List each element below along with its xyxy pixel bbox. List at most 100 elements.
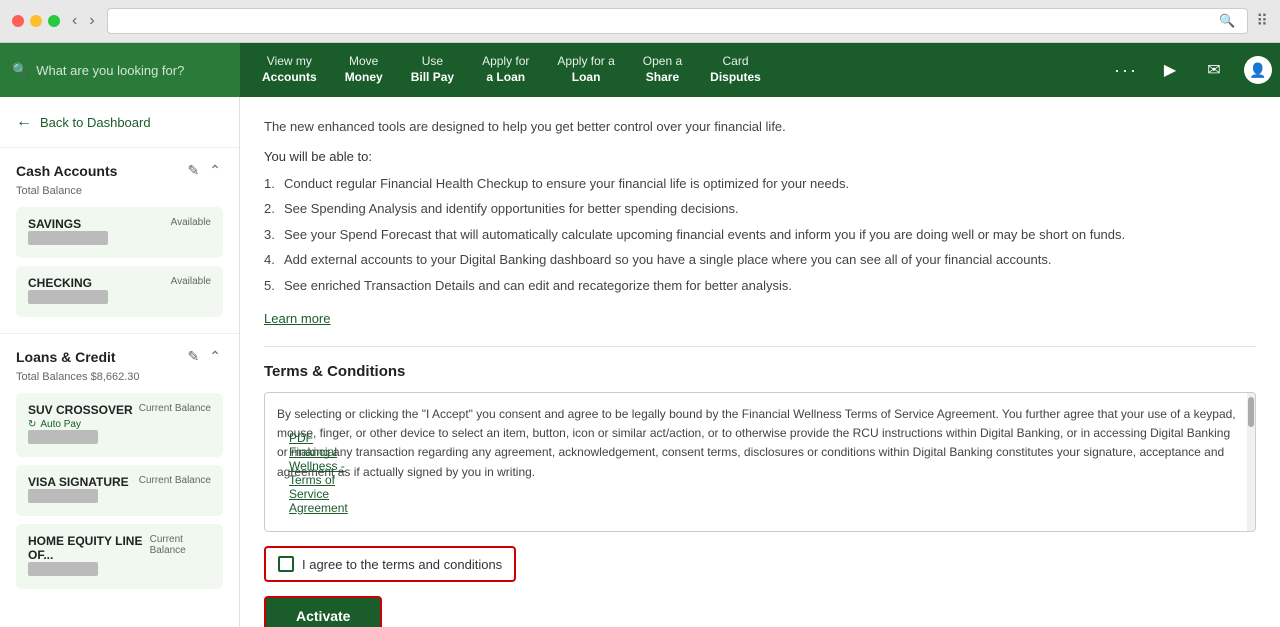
app-body: ← Back to Dashboard Cash Accounts ✎ ⌃ To…: [0, 97, 1280, 627]
more-options-button[interactable]: ···: [1104, 43, 1148, 97]
list-item: See your Spend Forecast that will automa…: [264, 225, 1256, 245]
suv-loan-item[interactable]: SUV CROSSOVER Current Balance ↻ Auto Pay: [16, 393, 223, 457]
loans-collapse-button[interactable]: ⌃: [207, 346, 223, 367]
nav-loan1-top: Apply for: [482, 54, 529, 70]
browser-back-button[interactable]: ‹: [68, 10, 81, 32]
suv-loan-header: SUV CROSSOVER Current Balance: [28, 403, 211, 417]
mail-icon: ✉: [1207, 60, 1220, 80]
nav-share-bottom: Share: [646, 70, 679, 86]
loans-section-actions: ✎ ⌃: [186, 346, 223, 367]
search-input[interactable]: [36, 63, 228, 78]
list-item: Add external accounts to your Digital Ba…: [264, 250, 1256, 270]
nav-item-billpay[interactable]: Use Bill Pay: [397, 43, 468, 97]
visa-loan-item[interactable]: VISA SIGNATURE Current Balance: [16, 465, 223, 516]
heloc-balance-label: Current Balance: [150, 534, 211, 562]
checking-account-card[interactable]: CHECKING Available: [16, 266, 223, 317]
header-actions: ··· ▶ ✉ 👤: [1104, 43, 1280, 97]
traffic-light-red[interactable]: [12, 15, 24, 27]
savings-available-label: Available: [171, 217, 211, 228]
chat-button[interactable]: ▶: [1148, 43, 1192, 97]
nav-disputes-bottom: Disputes: [710, 70, 761, 86]
heloc-loan-header: HOME EQUITY LINE OF... Current Balance: [28, 534, 211, 562]
loans-section-title: Loans & Credit: [16, 349, 116, 365]
savings-card-header: SAVINGS Available: [28, 217, 211, 231]
visa-balance-label: Current Balance: [139, 475, 211, 489]
browser-menu-icon: ⠿: [1256, 11, 1268, 31]
suv-balance-label: Current Balance: [139, 403, 211, 417]
traffic-light-yellow[interactable]: [30, 15, 42, 27]
heloc-loan-item[interactable]: HOME EQUITY LINE OF... Current Balance: [16, 524, 223, 589]
terms-scrollbar[interactable]: [1247, 393, 1255, 531]
search-icon: 🔍: [12, 62, 28, 78]
nav-accounts-bottom: Accounts: [262, 70, 317, 86]
terms-box[interactable]: By selecting or clicking the "I Accept" …: [264, 392, 1256, 532]
cash-section-actions: ✎ ⌃: [186, 160, 223, 181]
cash-section-header: Cash Accounts ✎ ⌃: [16, 160, 223, 181]
loans-total-label: Total Balances $8,662.30: [16, 371, 223, 383]
loans-section-header: Loans & Credit ✎ ⌃: [16, 346, 223, 367]
checking-label: CHECKING: [28, 276, 92, 290]
suv-label: SUV CROSSOVER: [28, 403, 133, 417]
nav-item-loan1[interactable]: Apply for a Loan: [468, 43, 543, 97]
you-will-label: You will be able to:: [264, 149, 1256, 164]
terms-scrollbar-thumb: [1248, 397, 1254, 427]
search-box[interactable]: 🔍: [0, 43, 240, 97]
back-to-dashboard-button[interactable]: ← Back to Dashboard: [0, 97, 239, 148]
nav-share-top: Open a: [643, 54, 682, 70]
user-button[interactable]: 👤: [1236, 43, 1280, 97]
back-arrow-icon: ←: [16, 113, 32, 131]
agree-row: I agree to the terms and conditions: [264, 546, 516, 582]
nav-billpay-top: Use: [422, 54, 443, 70]
app-header: 🔍 View my Accounts Move Money Use Bill P…: [0, 43, 1280, 97]
list-item: See Spending Analysis and identify oppor…: [264, 199, 1256, 219]
autopay-label: Auto Pay: [40, 419, 81, 430]
main-content: The new enhanced tools are designed to h…: [240, 97, 1280, 627]
nav-item-loan2[interactable]: Apply for a Loan: [543, 43, 628, 97]
activate-button[interactable]: Activate: [264, 596, 382, 627]
nav-item-disputes[interactable]: Card Disputes: [696, 43, 775, 97]
main-nav: View my Accounts Move Money Use Bill Pay…: [240, 43, 1104, 97]
cash-edit-button[interactable]: ✎: [186, 160, 202, 181]
heloc-balance: [28, 562, 98, 576]
agree-label: I agree to the terms and conditions: [302, 557, 502, 572]
section-divider: [264, 346, 1256, 347]
address-input[interactable]: [120, 14, 1219, 28]
benefit-list: Conduct regular Financial Health Checkup…: [264, 174, 1256, 296]
nav-item-share[interactable]: Open a Share: [629, 43, 696, 97]
cash-collapse-button[interactable]: ⌃: [207, 160, 223, 181]
visa-label: VISA SIGNATURE: [28, 475, 129, 489]
browser-forward-button[interactable]: ›: [85, 10, 98, 32]
loans-edit-button[interactable]: ✎: [186, 346, 202, 367]
savings-account-card[interactable]: SAVINGS Available: [16, 207, 223, 258]
terms-pdf-link[interactable]: PDF Financial Wellness - Terms of Servic…: [289, 431, 348, 515]
checking-balance: [28, 290, 108, 304]
loans-section: Loans & Credit ✎ ⌃ Total Balances $8,662…: [0, 333, 239, 609]
learn-more-link[interactable]: Learn more: [264, 311, 330, 326]
browser-nav-buttons: ‹ ›: [68, 10, 99, 32]
autopay-icon: ↻: [28, 419, 36, 430]
address-search-icon: 🔍: [1219, 13, 1235, 29]
nav-disputes-top: Card: [723, 54, 749, 70]
chat-icon: ▶: [1164, 60, 1176, 80]
list-item: See enriched Transaction Details and can…: [264, 276, 1256, 296]
cash-accounts-section: Cash Accounts ✎ ⌃ Total Balance SAVINGS …: [0, 148, 239, 333]
nav-billpay-bottom: Bill Pay: [411, 70, 454, 86]
suv-autopay: ↻ Auto Pay: [28, 419, 211, 430]
list-item: Conduct regular Financial Health Checkup…: [264, 174, 1256, 194]
terms-title: Terms & Conditions: [264, 363, 1256, 380]
nav-item-accounts[interactable]: View my Accounts: [248, 43, 331, 97]
nav-money-bottom: Money: [345, 70, 383, 86]
address-bar[interactable]: 🔍: [107, 8, 1249, 34]
nav-money-top: Move: [349, 54, 378, 70]
mail-button[interactable]: ✉: [1192, 43, 1236, 97]
back-label: Back to Dashboard: [40, 115, 151, 130]
traffic-light-green[interactable]: [48, 15, 60, 27]
visa-loan-header: VISA SIGNATURE Current Balance: [28, 475, 211, 489]
checking-available-label: Available: [171, 276, 211, 287]
suv-balance: [28, 430, 98, 444]
browser-chrome: ‹ › 🔍 ⠿: [0, 0, 1280, 43]
nav-loan1-bottom: a Loan: [486, 70, 525, 86]
nav-item-money[interactable]: Move Money: [331, 43, 397, 97]
agree-checkbox[interactable]: [278, 556, 294, 572]
user-icon: 👤: [1244, 56, 1272, 84]
